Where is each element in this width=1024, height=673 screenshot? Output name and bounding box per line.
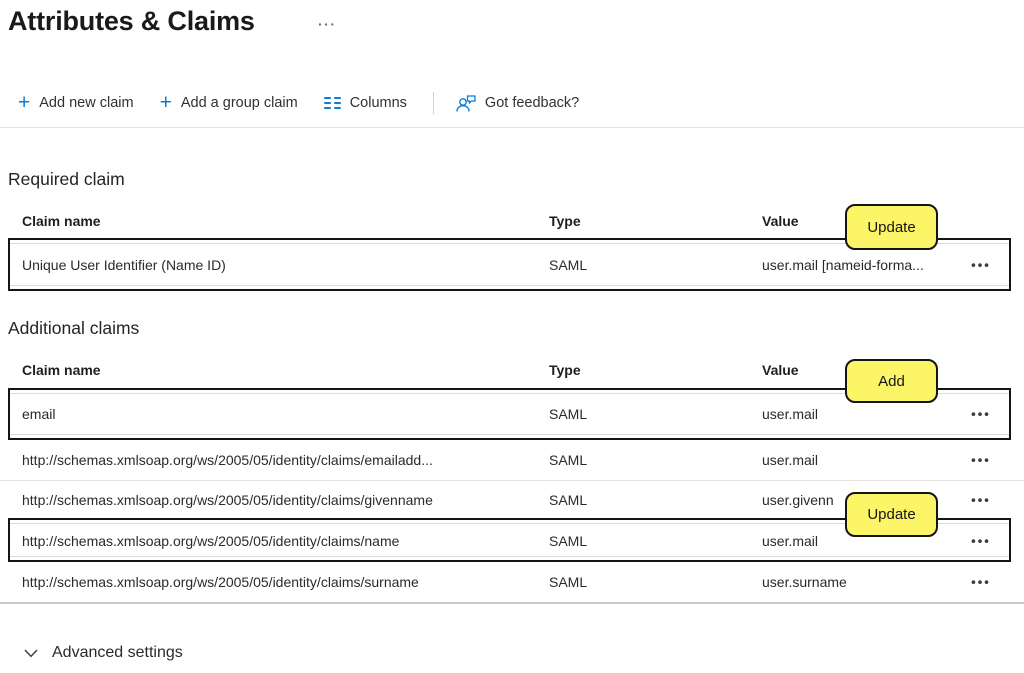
plus-icon: + (160, 93, 172, 113)
columns-icon (324, 96, 341, 110)
annotation-update-required-value: Update (845, 204, 938, 250)
add-group-claim-button[interactable]: + Add a group claim (160, 93, 298, 113)
claim-value-cell: user.mail [nameid-forma... (762, 257, 924, 273)
claim-name-cell: Unique User Identifier (Name ID) (22, 257, 226, 273)
got-feedback-label: Got feedback? (485, 95, 579, 111)
command-bar: + Add new claim + Add a group claim (18, 88, 605, 118)
row-menu-icon[interactable]: ••• (958, 453, 1004, 468)
column-header-type: Type (549, 213, 581, 229)
advanced-settings-toggle[interactable]: Advanced settings (24, 644, 183, 662)
column-header-value: Value (762, 213, 799, 229)
row-menu-icon[interactable]: ••• (958, 407, 1004, 422)
page-title: Attributes & Claims (8, 6, 255, 37)
claim-value-cell: user.mail (762, 533, 818, 549)
annotation-add-email-claim: Add (845, 359, 938, 403)
claim-type-cell: SAML (549, 533, 587, 549)
claim-name-cell: http://schemas.xmlsoap.org/ws/2005/05/id… (22, 492, 433, 508)
column-header-claim-name: Claim name (22, 213, 101, 229)
add-new-claim-button[interactable]: + Add new claim (18, 93, 134, 113)
claim-value-cell: user.surname (762, 574, 847, 590)
plus-icon: + (18, 93, 30, 113)
toolbar-divider (433, 92, 434, 114)
claim-type-cell: SAML (549, 257, 587, 273)
row-menu-icon[interactable]: ••• (958, 534, 1004, 549)
additional-claims-heading: Additional claims (8, 318, 139, 339)
claim-type-cell: SAML (549, 406, 587, 422)
annotation-update-name-claim: Update (845, 492, 938, 537)
claim-name-cell: http://schemas.xmlsoap.org/ws/2005/05/id… (22, 574, 419, 590)
column-header-value: Value (762, 362, 799, 378)
claim-name-cell: http://schemas.xmlsoap.org/ws/2005/05/id… (22, 452, 433, 468)
add-new-claim-label: Add new claim (39, 95, 133, 111)
claim-row-emailaddress[interactable]: http://schemas.xmlsoap.org/ws/2005/05/id… (0, 440, 1024, 481)
claim-row-surname[interactable]: http://schemas.xmlsoap.org/ws/2005/05/id… (0, 562, 1024, 602)
toolbar-separator (0, 127, 1024, 128)
feedback-person-icon (456, 95, 476, 112)
claim-type-cell: SAML (549, 452, 587, 468)
row-menu-icon[interactable]: ••• (958, 575, 1004, 590)
claim-name-cell: email (22, 406, 55, 422)
claim-value-cell: user.givenn (762, 492, 834, 508)
claim-value-cell: user.mail (762, 406, 818, 422)
attributes-claims-page: Attributes & Claims ··· + Add new claim … (0, 0, 1024, 673)
claim-name-cell: http://schemas.xmlsoap.org/ws/2005/05/id… (22, 533, 399, 549)
row-menu-icon[interactable]: ••• (958, 258, 1004, 273)
claim-type-cell: SAML (549, 574, 587, 590)
add-group-claim-label: Add a group claim (181, 95, 298, 111)
column-header-claim-name: Claim name (22, 362, 101, 378)
table-bottom-separator (0, 602, 1024, 604)
claim-value-cell: user.mail (762, 452, 818, 468)
required-claim-heading: Required claim (8, 169, 125, 190)
column-header-type: Type (549, 362, 581, 378)
chevron-down-icon (24, 649, 38, 658)
claim-type-cell: SAML (549, 492, 587, 508)
title-overflow-menu[interactable]: ··· (314, 14, 341, 34)
advanced-settings-label: Advanced settings (52, 644, 183, 662)
row-menu-icon[interactable]: ••• (958, 492, 1004, 507)
columns-button[interactable]: Columns (324, 95, 407, 111)
columns-label: Columns (350, 95, 407, 111)
got-feedback-button[interactable]: Got feedback? (456, 95, 579, 112)
